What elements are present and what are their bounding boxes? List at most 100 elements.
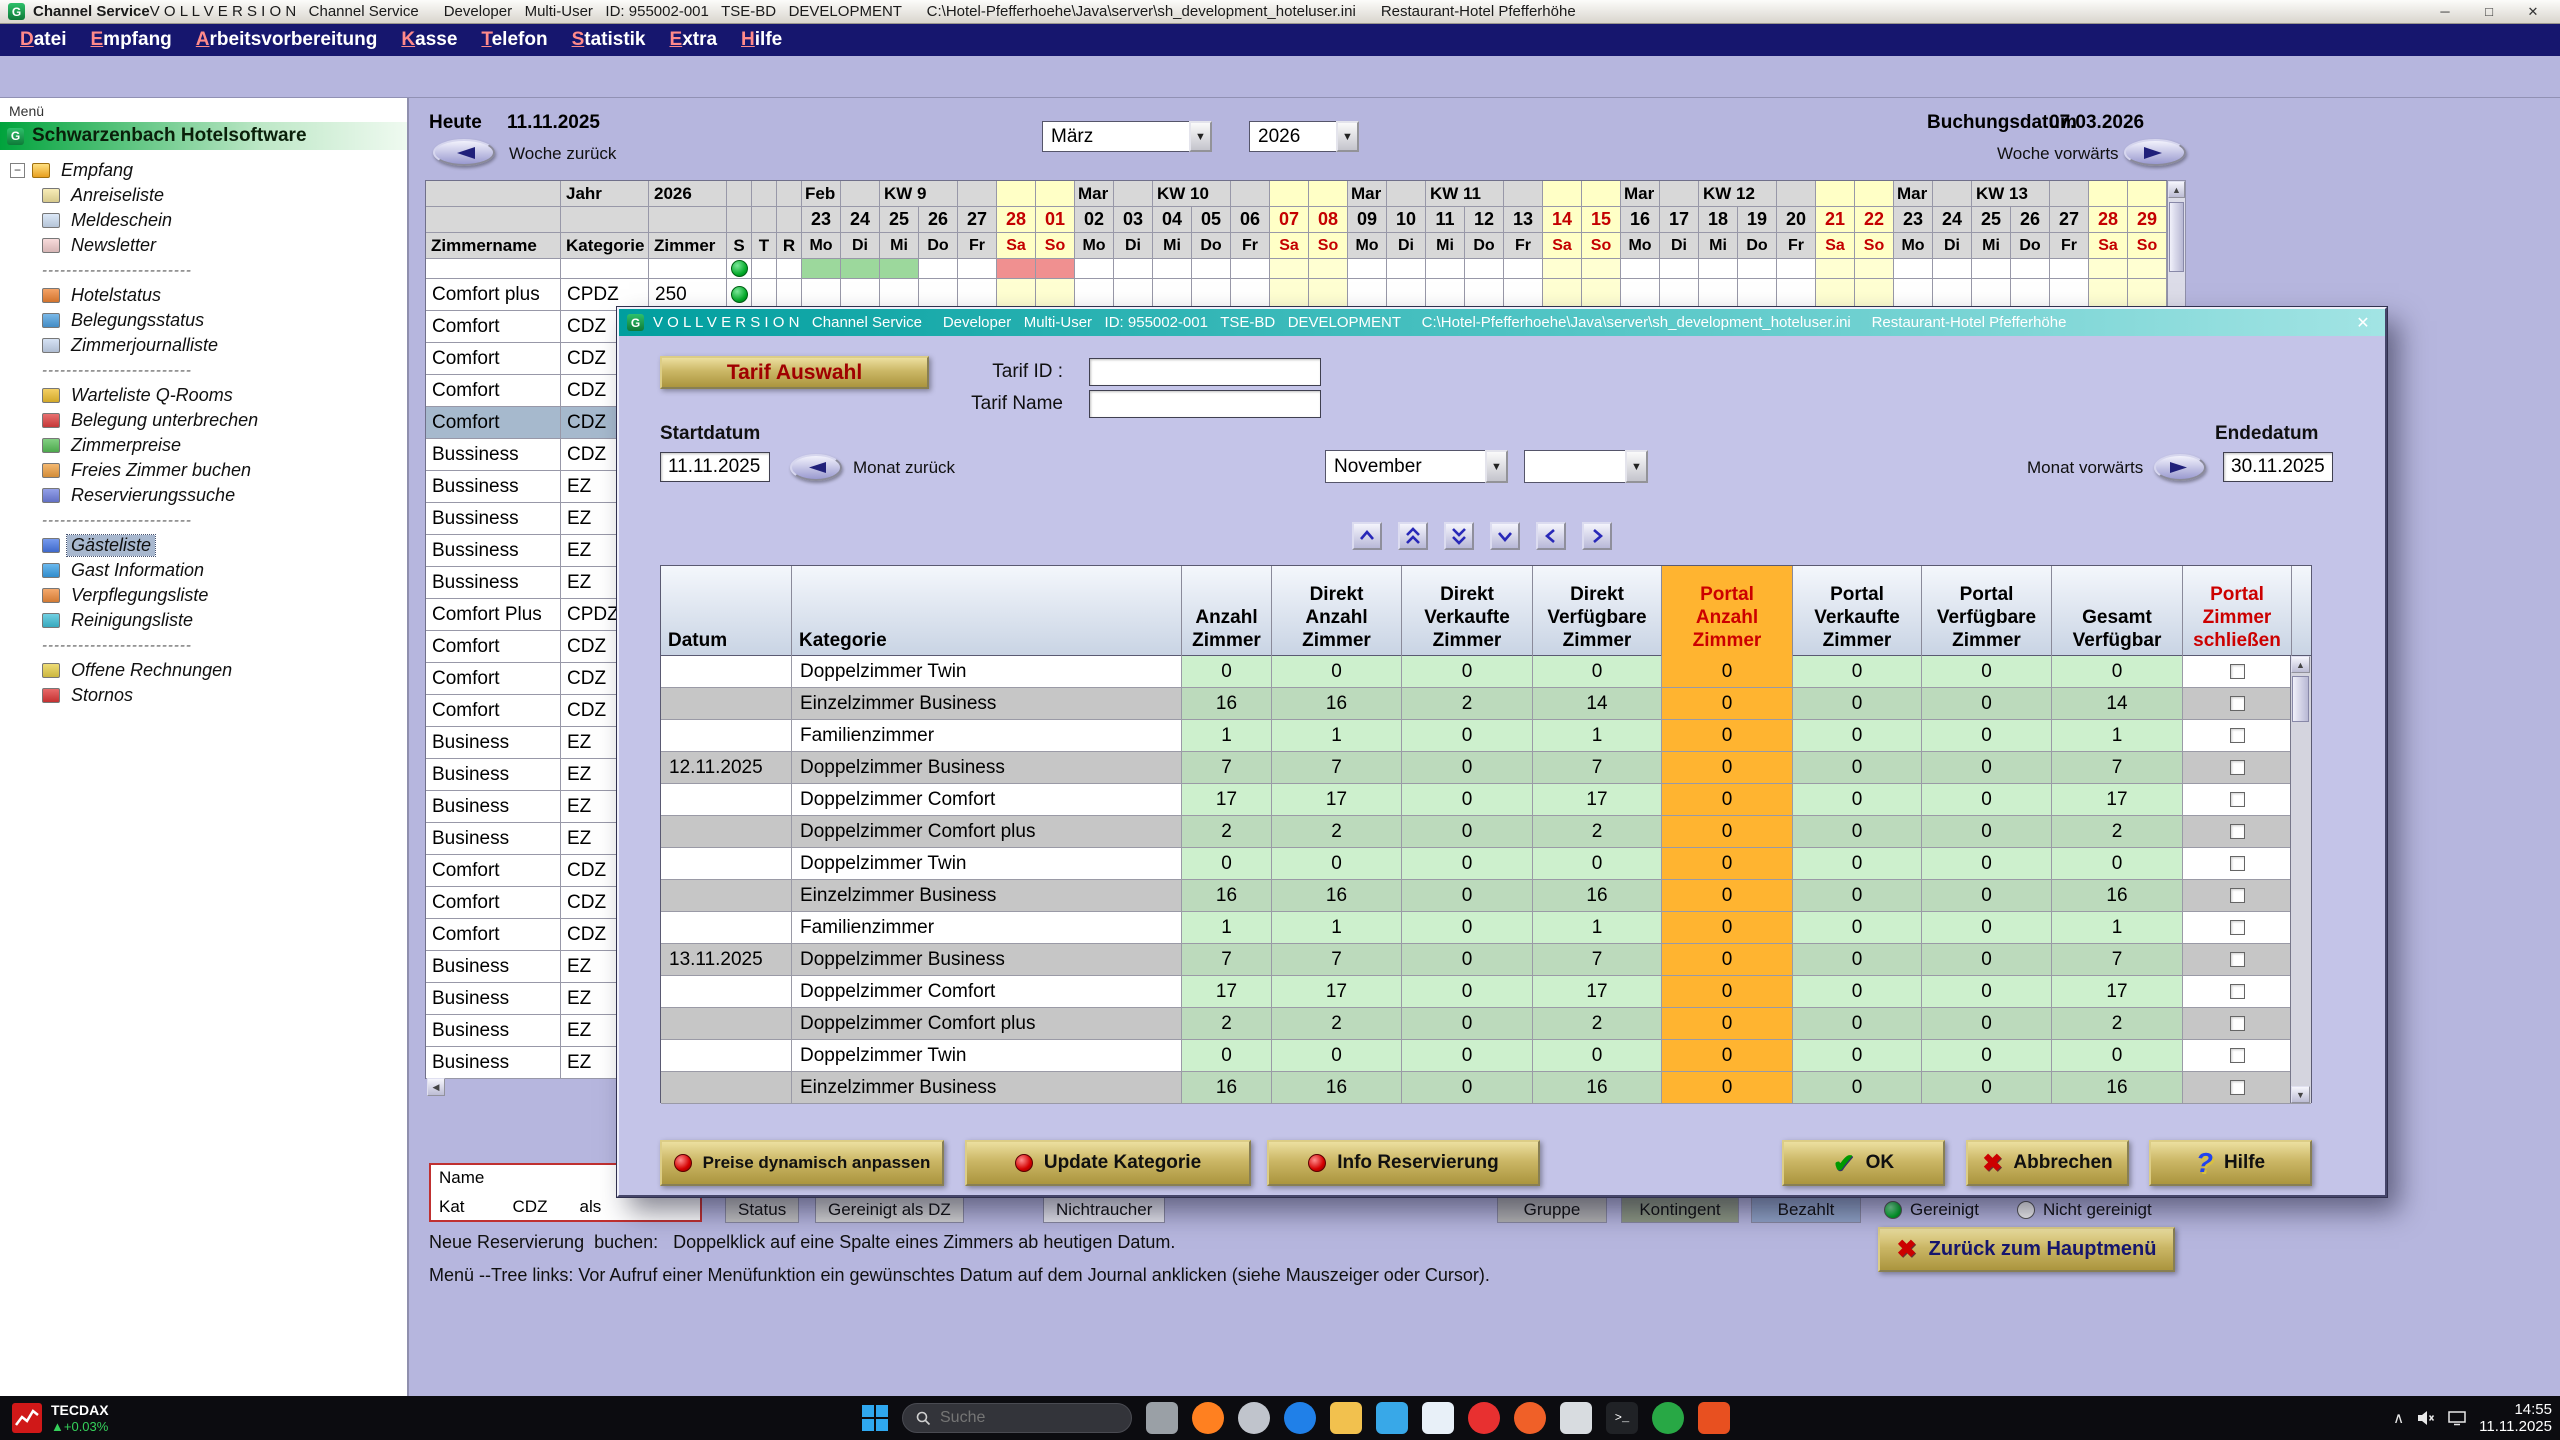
tarif-table-row[interactable]: Einzelzimmer Business161601600016 xyxy=(661,1072,2311,1104)
portal-close-checkbox[interactable] xyxy=(2230,1016,2245,1031)
portal-close-checkbox[interactable] xyxy=(2230,1048,2245,1063)
sidebar-item-belegung-unterbrechen[interactable]: Belegung unterbrechen xyxy=(8,408,407,433)
chevron-up-icon[interactable] xyxy=(1352,522,1382,550)
orange-app-icon[interactable] xyxy=(1514,1402,1546,1434)
year-dropdown[interactable]: 2026 ▼ xyxy=(1249,121,1359,152)
calendar-icon[interactable] xyxy=(1422,1402,1454,1434)
scroll-up-icon[interactable]: ▲ xyxy=(2291,656,2310,673)
portal-close-checkbox[interactable] xyxy=(2230,696,2245,711)
portal-close-checkbox[interactable] xyxy=(2230,920,2245,935)
tarif-table-row[interactable]: Doppelzimmer Comfort171701700017 xyxy=(661,976,2311,1008)
tarif-name-input[interactable] xyxy=(1089,390,1321,418)
sidebar-item-empfang[interactable]: −Empfang xyxy=(8,158,407,183)
tarif-table-row[interactable]: Doppelzimmer Twin00000000 xyxy=(661,656,2311,688)
menu-item-kasse[interactable]: Kasse xyxy=(389,29,469,51)
taskbar-clock[interactable]: 14:55 11.11.2025 xyxy=(2479,1401,2552,1435)
scroll-down-icon[interactable]: ▼ xyxy=(2291,1086,2310,1103)
scroll-thumb[interactable] xyxy=(2169,202,2184,272)
update-kategorie-button[interactable]: Update Kategorie xyxy=(965,1140,1251,1186)
sidebar-item-stornos[interactable]: Stornos xyxy=(8,683,407,708)
chevron-double-up-icon[interactable] xyxy=(1398,522,1428,550)
portal-close-checkbox[interactable] xyxy=(2230,824,2245,839)
sidebar-item-reservierungssuche[interactable]: Reservierungssuche xyxy=(8,483,407,508)
menu-item-datei[interactable]: Datei xyxy=(8,29,78,51)
tecdax-widget[interactable]: TECDAX ▲+0.03% xyxy=(0,1402,121,1435)
portal-close-checkbox[interactable] xyxy=(2230,856,2245,871)
scroll-thumb[interactable] xyxy=(2292,676,2309,722)
ok-button[interactable]: ✔ OK xyxy=(1782,1140,1945,1186)
tarif-table-row[interactable]: Doppelzimmer Twin00000000 xyxy=(661,848,2311,880)
chevron-down-icon[interactable] xyxy=(1490,522,1520,550)
edge-icon[interactable] xyxy=(1284,1402,1316,1434)
chevron-down-icon[interactable]: ▼ xyxy=(1336,121,1359,152)
sidebar-item-offene-rechnungen[interactable]: Offene Rechnungen xyxy=(8,658,407,683)
portal-close-checkbox[interactable] xyxy=(2230,760,2245,775)
portal-close-checkbox[interactable] xyxy=(2230,952,2245,967)
tarif-id-input[interactable] xyxy=(1089,358,1321,386)
sidebar-item-freies-zimmer-buchen[interactable]: Freies Zimmer buchen xyxy=(8,458,407,483)
chevron-down-icon[interactable]: ▼ xyxy=(1189,121,1212,152)
explorer-folder-icon[interactable] xyxy=(1330,1402,1362,1434)
portal-close-checkbox[interactable] xyxy=(2230,984,2245,999)
endedatum-input[interactable]: 30.11.2025 xyxy=(2223,452,2333,482)
info-reservierung-button[interactable]: Info Reservierung xyxy=(1267,1140,1540,1186)
menu-item-hilfe[interactable]: Hilfe xyxy=(729,29,794,51)
hilfe-button[interactable]: ? Hilfe xyxy=(2149,1140,2312,1186)
opera-icon[interactable] xyxy=(1468,1402,1500,1434)
chevron-double-down-icon[interactable] xyxy=(1444,522,1474,550)
monat-vorwaerts-button[interactable] xyxy=(2154,454,2206,481)
window-app-icon[interactable] xyxy=(1146,1402,1178,1434)
chevron-down-icon[interactable]: ▼ xyxy=(1625,450,1648,483)
sidebar-item-gaesteliste[interactable]: Gästeliste xyxy=(8,533,407,558)
sidebar-item-anreiseliste[interactable]: Anreiseliste xyxy=(8,183,407,208)
tarif-table-row[interactable]: Familienzimmer11010001 xyxy=(661,720,2311,752)
scroll-up-icon[interactable]: ▲ xyxy=(2168,181,2185,198)
sidebar-item-zimmerpreise[interactable]: Zimmerpreise xyxy=(8,433,407,458)
sidebar-item-belegungsstatus[interactable]: Belegungsstatus xyxy=(8,308,407,333)
mail-icon[interactable] xyxy=(1376,1402,1408,1434)
tarif-table-scrollbar[interactable]: ▲ ▼ xyxy=(2290,656,2311,1103)
menu-item-arbeitsvorbereitung[interactable]: Arbeitsvorbereitung xyxy=(184,29,390,51)
search-input[interactable] xyxy=(940,1409,1100,1427)
dialog-close-icon[interactable]: ✕ xyxy=(2349,313,2377,333)
windows-start-icon[interactable] xyxy=(862,1405,888,1431)
gear-icon[interactable] xyxy=(1238,1402,1270,1434)
green-app-icon[interactable] xyxy=(1652,1402,1684,1434)
tray-expand-icon[interactable]: ∧ xyxy=(2393,1409,2404,1427)
tarif-table-row[interactable]: Doppelzimmer Twin00000000 xyxy=(661,1040,2311,1072)
tarif-table-row[interactable]: Doppelzimmer Comfort plus22020002 xyxy=(661,1008,2311,1040)
chevron-down-icon[interactable]: ▼ xyxy=(1485,450,1508,483)
tarif-table-row[interactable]: Familienzimmer11010001 xyxy=(661,912,2311,944)
portal-close-checkbox[interactable] xyxy=(2230,792,2245,807)
display-icon[interactable] xyxy=(2448,1410,2466,1426)
chevron-left-icon[interactable] xyxy=(1536,522,1566,550)
month-dropdown[interactable]: März ▼ xyxy=(1042,121,1212,152)
chevron-right-icon[interactable] xyxy=(1582,522,1612,550)
terminal-icon[interactable]: >_ xyxy=(1606,1402,1638,1434)
sidebar-item-meldeschein[interactable]: Meldeschein xyxy=(8,208,407,233)
taskbar-search[interactable] xyxy=(902,1403,1132,1433)
firefox-icon[interactable] xyxy=(1192,1402,1224,1434)
week-back-button[interactable] xyxy=(433,139,495,166)
sidebar-item-reinigungsliste[interactable]: Reinigungsliste xyxy=(8,608,407,633)
journal-row[interactable] xyxy=(426,259,2167,279)
light-app-icon[interactable] xyxy=(1560,1402,1592,1434)
tarif-table-row[interactable]: 12.11.2025Doppelzimmer Business77070007 xyxy=(661,752,2311,784)
portal-close-checkbox[interactable] xyxy=(2230,888,2245,903)
expand-toggle-icon[interactable]: − xyxy=(10,163,25,178)
tarif-table-row[interactable]: Einzelzimmer Business161621400014 xyxy=(661,688,2311,720)
monat-zurueck-button[interactable] xyxy=(790,454,842,481)
speaker-muted-icon[interactable] xyxy=(2417,1410,2435,1426)
tarif-table-row[interactable]: 13.11.2025Doppelzimmer Business77070007 xyxy=(661,944,2311,976)
back-to-main-menu-button[interactable]: ✖ Zurück zum Hauptmenü xyxy=(1878,1227,2175,1272)
sidebar-item-verpflegungsliste[interactable]: Verpflegungsliste xyxy=(8,583,407,608)
menu-item-extra[interactable]: Extra xyxy=(658,29,730,51)
tarif-table-row[interactable]: Doppelzimmer Comfort171701700017 xyxy=(661,784,2311,816)
sidebar-item-newsletter[interactable]: Newsletter xyxy=(8,233,407,258)
sidebar-item-zimmerjournalliste[interactable]: Zimmerjournalliste xyxy=(8,333,407,358)
week-fwd-button[interactable] xyxy=(2124,139,2186,166)
startdatum-input[interactable]: 11.11.2025 xyxy=(660,452,770,482)
portal-close-checkbox[interactable] xyxy=(2230,664,2245,679)
minimize-icon[interactable]: ─ xyxy=(2426,2,2464,22)
dialog-second-dropdown[interactable]: ▼ xyxy=(1524,450,1648,483)
